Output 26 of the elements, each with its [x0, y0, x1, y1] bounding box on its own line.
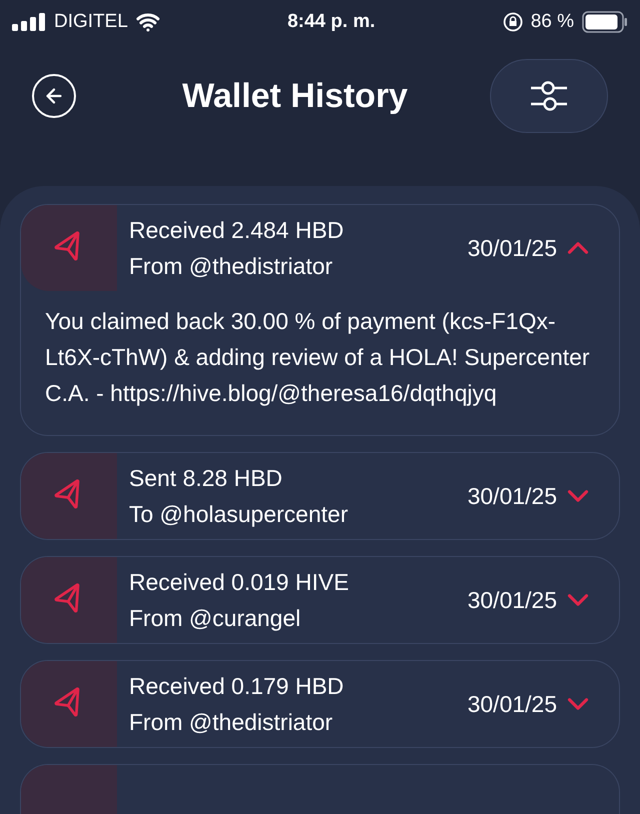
transaction-card[interactable]: Sent 8.28 HBD To @holasupercenter 30/01/25 [20, 452, 620, 540]
transaction-counterpart: From @thedistriator [129, 708, 334, 737]
transaction-date: 30/01/25 [467, 482, 557, 511]
clock: 8:44 p. m. [287, 10, 376, 34]
transaction-counterpart: From @thedistriator [129, 252, 334, 281]
battery-icon [582, 11, 628, 33]
transaction-title: Received 2.484 HBD [129, 216, 345, 245]
battery-percentage: 86 % [530, 10, 574, 34]
transaction-title: Received 0.019 HIVE [129, 568, 350, 597]
transaction-date: 30/01/25 [467, 586, 557, 615]
carrier-name: DIGITEL [54, 10, 128, 34]
transaction-date: 30/01/25 [467, 690, 557, 719]
transaction-counterpart: From @curangel [129, 604, 302, 633]
transaction-date: 30/01/25 [467, 234, 557, 263]
transaction-card[interactable]: Received 0.179 HBD From @thedistriator 30/01/25 [20, 660, 620, 748]
transaction-card[interactable]: Received 0.019 HIVE From @curangel 30/01/25 [20, 556, 620, 644]
transaction-card[interactable]: Received 2.484 HBD From @thedistriator 30/01/25 You claimed back 30.00 % of payment (kcs-F1Qx-Lt6X-cThW) & adding review of a HOLA! Supercenter C.A. - https://hive.blog/@theresa16/dqthqjyq [20, 204, 620, 436]
rotation-lock-icon [502, 12, 523, 32]
transaction-counterpart: To @holasupercenter [129, 500, 349, 529]
page-title: Wallet History [182, 76, 408, 116]
sliders-icon [530, 81, 568, 111]
signal-icon [12, 13, 46, 31]
transaction-title: Sent 8.28 HBD [129, 464, 284, 493]
transaction-memo: You claimed back 30.00 % of payment (kcs-F1Qx-Lt6X-cThW) & adding review of a HOLA! Supercenter C.A. - https://hive.blog/@theresa16/dqthqjyq [44, 307, 591, 408]
back-button[interactable] [32, 74, 76, 118]
transaction-title: Received 0.179 HBD [129, 672, 345, 701]
